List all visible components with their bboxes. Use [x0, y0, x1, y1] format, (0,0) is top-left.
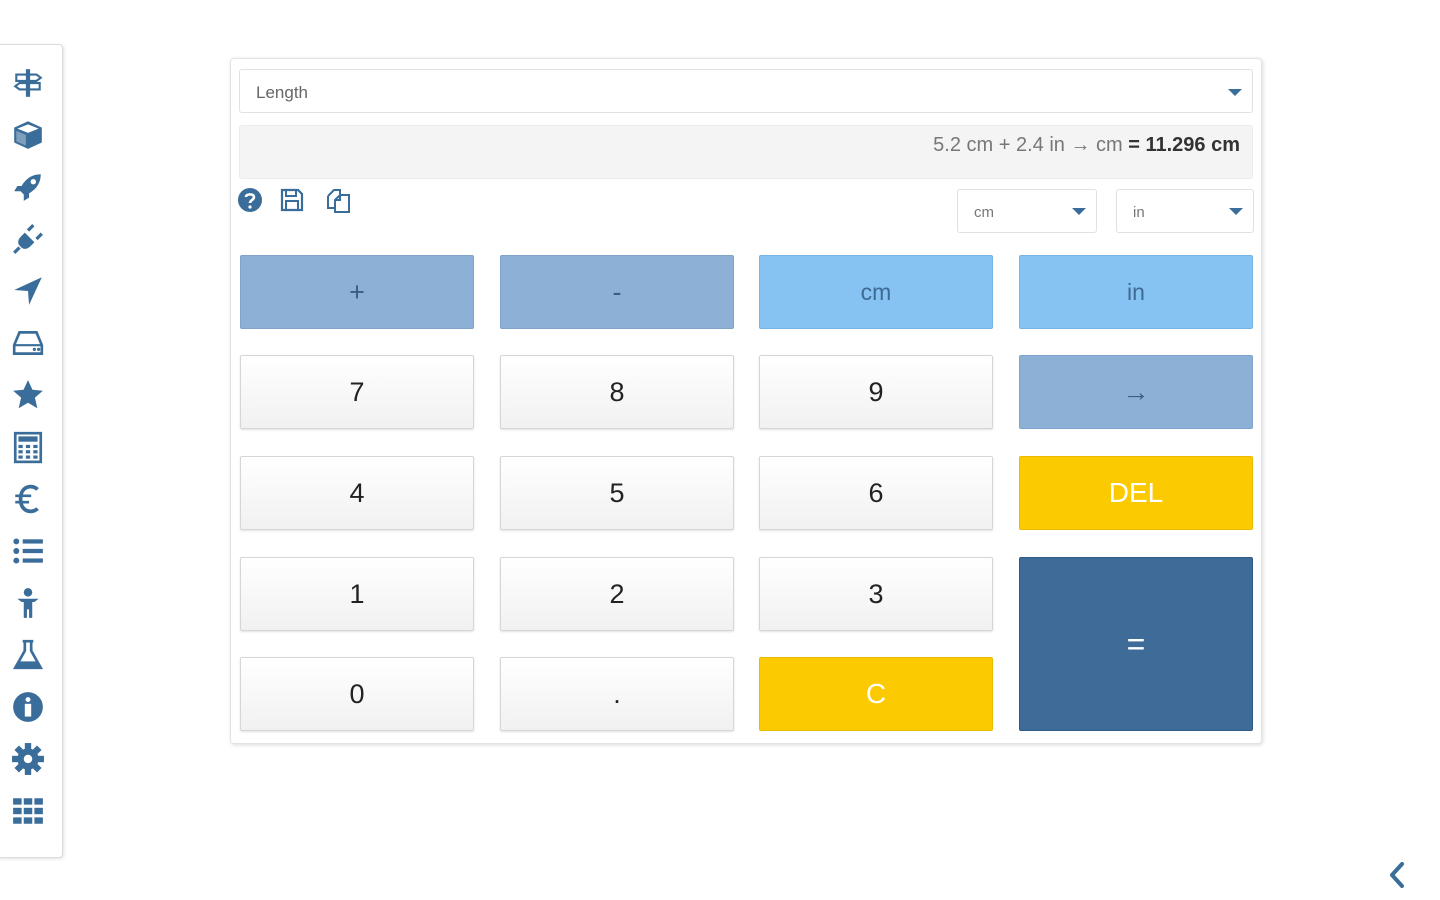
digit-9-button[interactable]: 9	[759, 355, 993, 429]
clear-button[interactable]: C	[759, 657, 993, 731]
rocket-icon[interactable]	[10, 169, 46, 205]
euro-icon[interactable]	[10, 481, 46, 517]
expression-line: 5.2 cm + 2.4 in → cm = 11.296 cm	[933, 134, 1240, 157]
cube-icon[interactable]	[10, 117, 46, 153]
digit-3-button[interactable]: 3	[759, 557, 993, 631]
digit-6-button[interactable]: 6	[759, 456, 993, 530]
unit-from-value: cm	[974, 204, 994, 221]
category-select[interactable]: Length	[239, 69, 1253, 113]
plug-icon[interactable]	[10, 221, 46, 257]
child-icon[interactable]	[10, 585, 46, 621]
grid-icon[interactable]	[10, 793, 46, 829]
unit-to-select[interactable]: in	[1116, 189, 1254, 233]
calculator-icon[interactable]	[10, 429, 46, 465]
decimal-point-button[interactable]: .	[500, 657, 734, 731]
info-icon[interactable]	[10, 689, 46, 725]
minus-button[interactable]: -	[500, 255, 734, 329]
digit-7-button[interactable]: 7	[240, 355, 474, 429]
save-icon[interactable]	[277, 185, 307, 215]
result-text: = 11.296 cm	[1128, 134, 1240, 156]
hard-drive-icon[interactable]	[10, 325, 46, 361]
star-icon[interactable]	[10, 377, 46, 413]
digit-1-button[interactable]: 1	[240, 557, 474, 631]
unit-to-value: in	[1133, 204, 1145, 221]
location-arrow-icon[interactable]	[10, 273, 46, 309]
digit-2-button[interactable]: 2	[500, 557, 734, 631]
result-display: 5.2 cm + 2.4 in → cm = 11.296 cm	[239, 125, 1253, 179]
delete-button[interactable]: DEL	[1019, 456, 1253, 530]
digit-0-button[interactable]: 0	[240, 657, 474, 731]
convert-arrow-button[interactable]: →	[1019, 355, 1253, 429]
chevron-down-icon	[1228, 89, 1242, 96]
copy-icon[interactable]	[323, 185, 353, 215]
digit-8-button[interactable]: 8	[500, 355, 734, 429]
sidebar	[0, 44, 63, 858]
gear-icon[interactable]	[10, 741, 46, 777]
unit-cm-button[interactable]: cm	[759, 255, 993, 329]
digit-5-button[interactable]: 5	[500, 456, 734, 530]
category-select-value: Length	[256, 83, 308, 102]
unit-from-select[interactable]: cm	[957, 189, 1097, 233]
signpost-icon[interactable]	[10, 65, 46, 101]
converter-panel: Length 5.2 cm + 2.4 in → cm = 11.296 cm …	[230, 58, 1262, 744]
chevron-down-icon	[1072, 208, 1086, 215]
digit-4-button[interactable]: 4	[240, 456, 474, 530]
help-icon[interactable]	[235, 185, 265, 215]
equals-button[interactable]: =	[1019, 557, 1253, 731]
unit-in-button[interactable]: in	[1019, 255, 1253, 329]
plus-button[interactable]: +	[240, 255, 474, 329]
flask-icon[interactable]	[10, 637, 46, 673]
expression-text: 5.2 cm + 2.4 in → cm	[933, 134, 1123, 156]
chevron-down-icon	[1229, 208, 1243, 215]
chevron-left-icon[interactable]	[1384, 858, 1410, 892]
list-icon[interactable]	[10, 533, 46, 569]
